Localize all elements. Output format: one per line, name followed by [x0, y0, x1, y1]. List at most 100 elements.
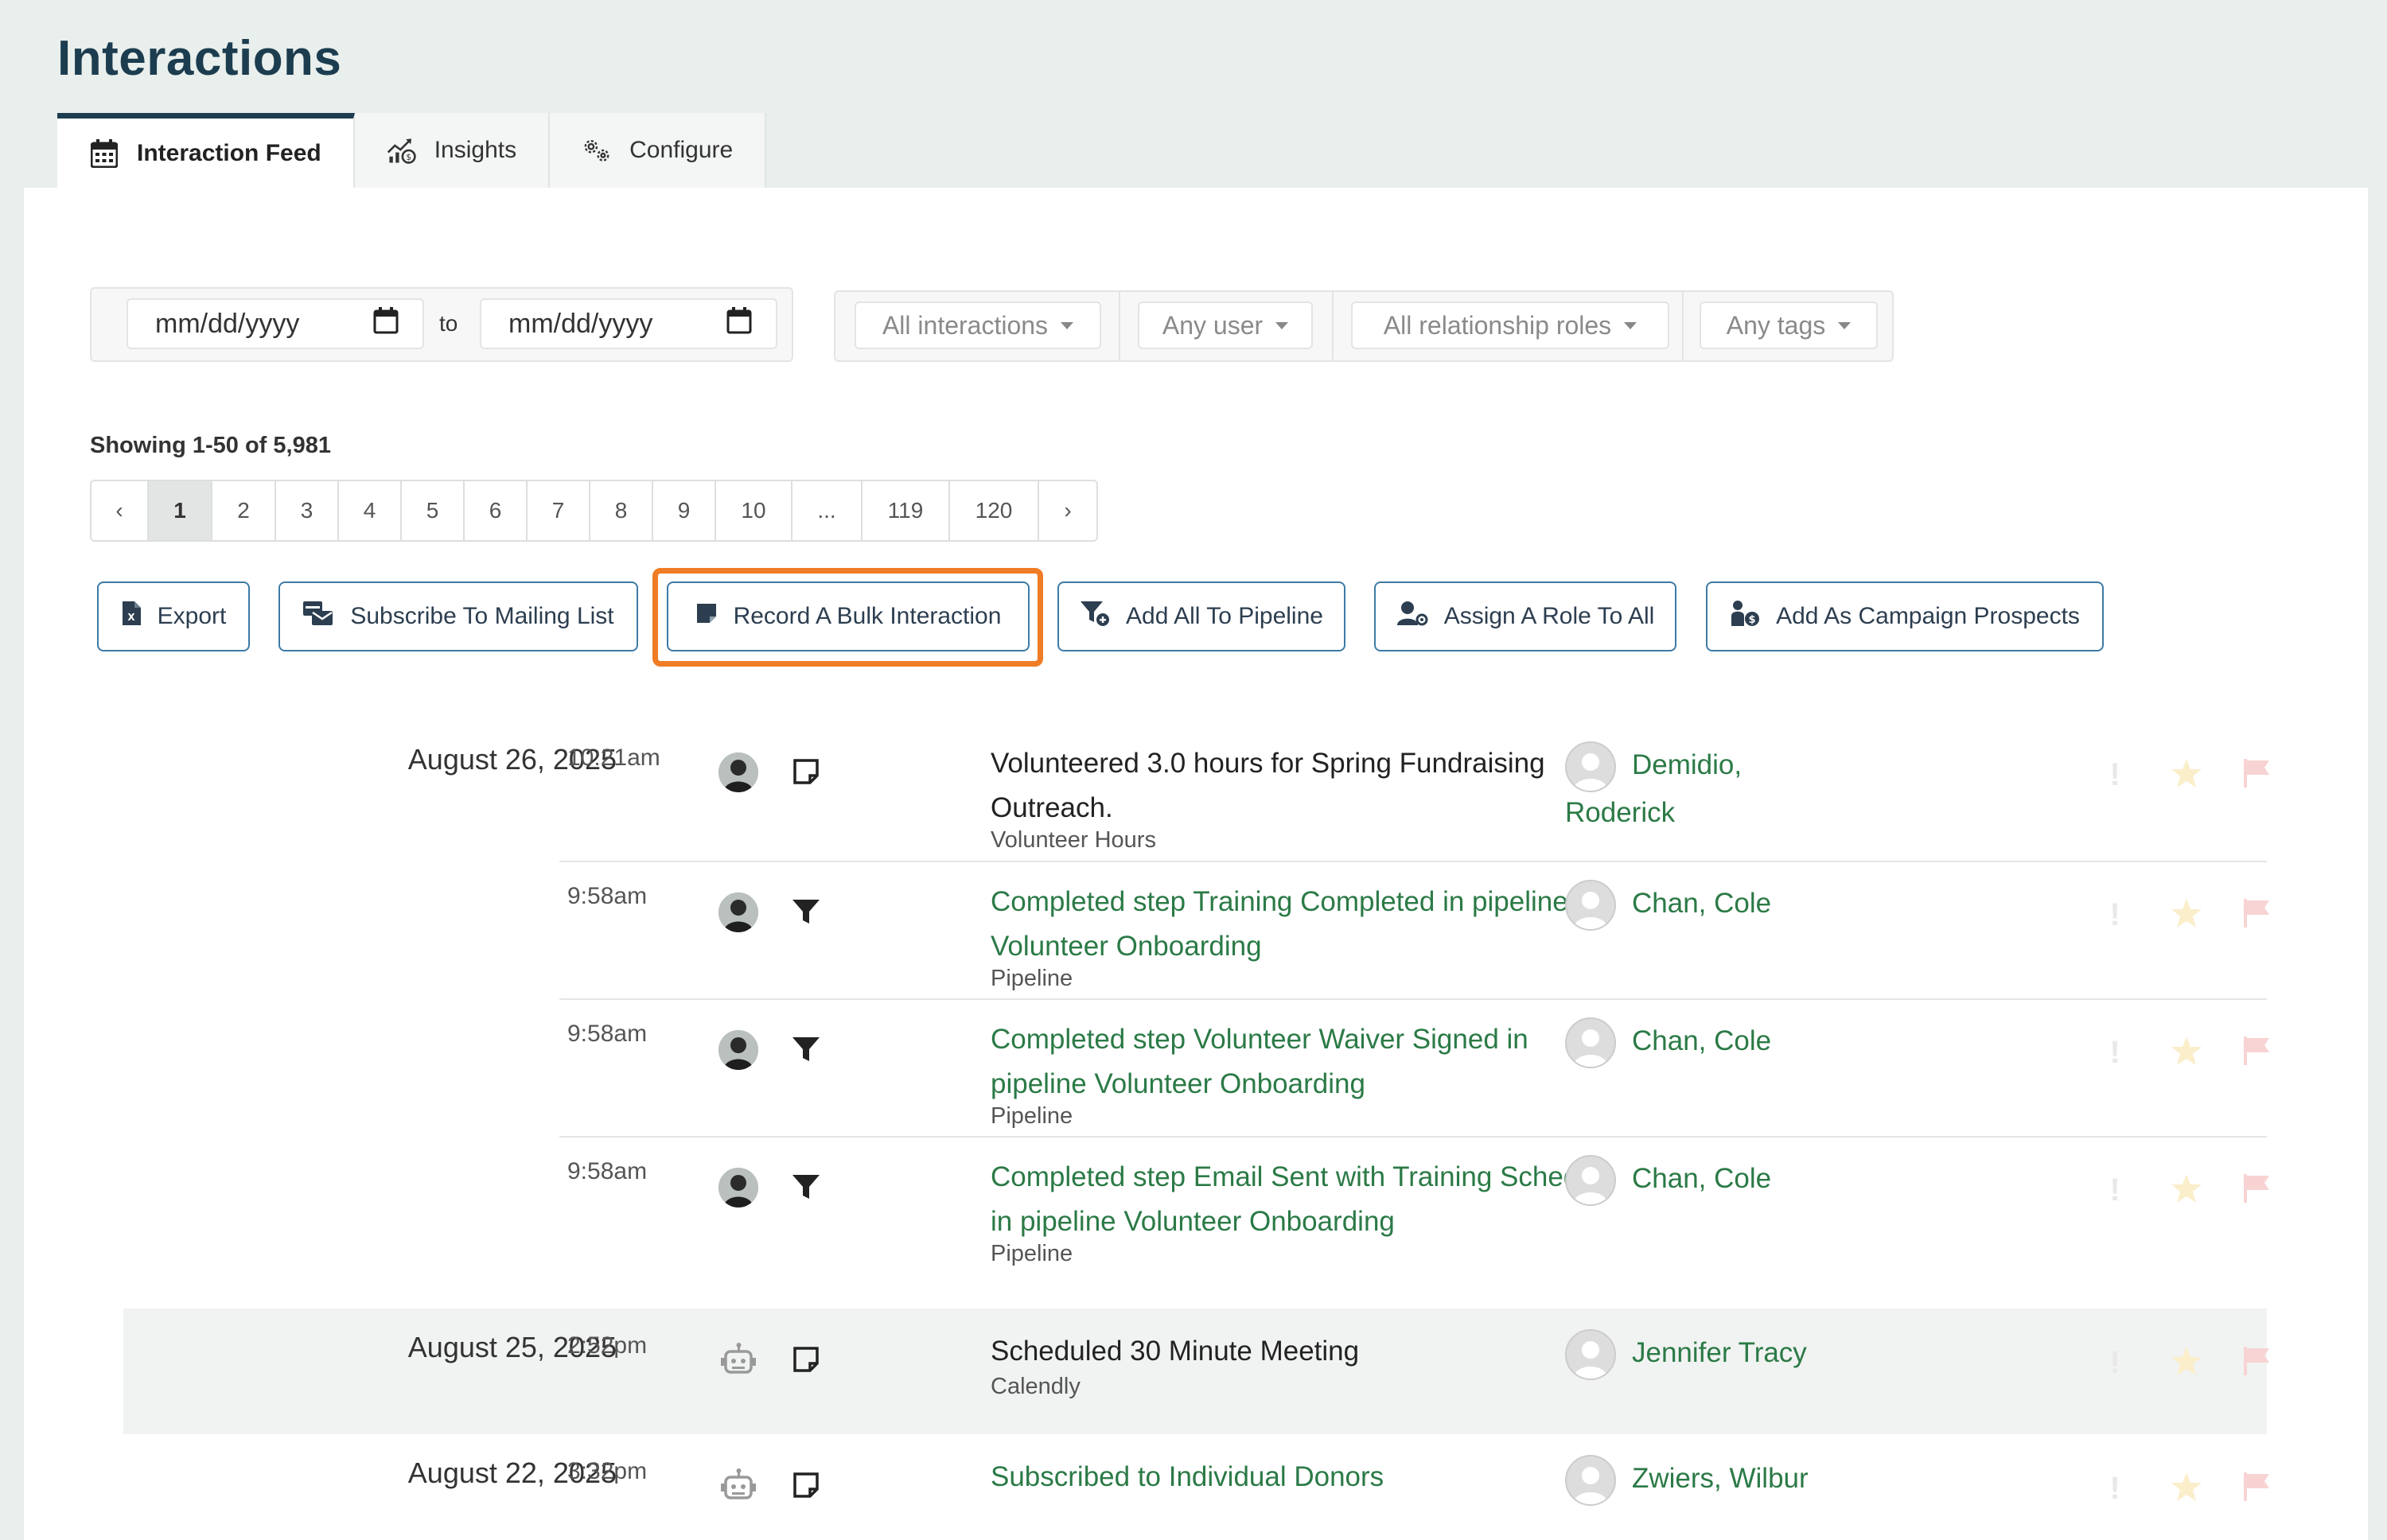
tab-insights[interactable]: $ Insights: [354, 113, 551, 188]
page-link[interactable]: 120: [950, 481, 1039, 540]
interactions-filter[interactable]: All interactions: [855, 301, 1101, 349]
assign-role-button[interactable]: Assign A Role To All: [1374, 581, 1676, 651]
filter-label: Any tags: [1726, 310, 1826, 340]
person-name[interactable]: Chan, Cole: [1632, 1155, 1771, 1203]
date-to-input[interactable]: mm/dd/yyyy: [480, 298, 777, 349]
page-link[interactable]: 9: [653, 481, 716, 540]
funnel-plus-icon: [1080, 600, 1110, 633]
date-from-input[interactable]: mm/dd/yyyy: [127, 298, 424, 349]
user-avatar[interactable]: [718, 892, 758, 932]
tab-label: Interaction Feed: [137, 139, 321, 166]
feed-row[interactable]: August 22, 2025 3:32pm Subscribed to Ind…: [90, 1436, 2302, 1506]
flag-icon[interactable]: [2242, 757, 2271, 793]
star-icon[interactable]: [2171, 897, 2202, 933]
flag-icon[interactable]: [2242, 1035, 2271, 1071]
chevron-down-icon: [1838, 321, 1852, 329]
page-prev[interactable]: ‹: [92, 481, 149, 540]
star-icon[interactable]: [2171, 1172, 2202, 1208]
priority-icon[interactable]: !: [2099, 1035, 2131, 1071]
subscribe-mailing-list-button[interactable]: Subscribe To Mailing List: [278, 581, 638, 651]
row-actions: !: [2099, 1345, 2271, 1381]
feed-person[interactable]: Jennifer Tracy: [1565, 1329, 1807, 1380]
page-link[interactable]: 5: [402, 481, 465, 540]
person-name[interactable]: Zwiers, Wilbur: [1632, 1455, 1809, 1503]
feed-person[interactable]: Zwiers, Wilbur: [1565, 1455, 1809, 1506]
priority-icon[interactable]: !: [2099, 757, 2131, 793]
feed-time: 2:52pm: [567, 1332, 648, 1359]
feed-category: Volunteer Hours: [991, 827, 1156, 853]
star-icon[interactable]: [2171, 1035, 2202, 1071]
file-export-icon: X: [121, 601, 142, 632]
row-actions: !: [2099, 1471, 2271, 1507]
priority-icon[interactable]: !: [2099, 897, 2131, 933]
feed-person[interactable]: Demidio, Roderick: [1565, 741, 1772, 837]
flag-icon[interactable]: [2242, 1471, 2271, 1507]
tab-configure[interactable]: Configure: [550, 113, 767, 188]
person-name[interactable]: Chan, Cole: [1632, 880, 1771, 928]
tab-interaction-feed[interactable]: Interaction Feed: [57, 113, 355, 188]
person-name[interactable]: Chan, Cole: [1632, 1017, 1771, 1065]
star-icon[interactable]: [2171, 1471, 2202, 1507]
feed-row[interactable]: August 26, 2025 10:21am Volunteered 3.0 …: [90, 700, 2302, 859]
robot-icon[interactable]: [718, 1342, 758, 1382]
star-icon[interactable]: [2171, 757, 2202, 793]
feed-description[interactable]: Completed step Training Completed in pip…: [991, 880, 1627, 969]
funnel-icon: [792, 897, 824, 929]
page-link[interactable]: 4: [339, 481, 402, 540]
feed-row[interactable]: 9:58am Completed step Volunteer Waiver S…: [90, 1000, 2302, 1137]
feed-person[interactable]: Chan, Cole: [1565, 1017, 1771, 1068]
filter-label: Any user: [1162, 310, 1264, 340]
star-icon[interactable]: [2171, 1345, 2202, 1381]
chart-growth-icon: $: [387, 135, 417, 165]
page-link[interactable]: 8: [590, 481, 653, 540]
add-campaign-prospects-button[interactable]: $ Add As Campaign Prospects: [1706, 581, 2104, 651]
gears-icon: [582, 135, 612, 165]
tab-label: Configure: [629, 137, 734, 163]
row-actions: !: [2099, 1172, 2271, 1208]
page-link[interactable]: 3: [276, 481, 339, 540]
user-filter[interactable]: Any user: [1138, 301, 1313, 349]
export-button[interactable]: X Export: [97, 581, 250, 651]
flag-icon[interactable]: [2242, 897, 2271, 933]
page-ellipsis: ...: [792, 481, 863, 540]
feed-row[interactable]: 9:58am Completed step Email Sent with Tr…: [90, 1138, 2302, 1274]
priority-icon[interactable]: !: [2099, 1471, 2131, 1507]
user-avatar[interactable]: [718, 752, 758, 792]
tags-filter[interactable]: Any tags: [1700, 301, 1878, 349]
feed-time: 10:21am: [567, 745, 660, 771]
priority-icon[interactable]: !: [2099, 1172, 2131, 1208]
filter-dropdowns: All interactions Any user All relationsh…: [834, 290, 1894, 362]
feed-description[interactable]: Completed step Email Sent with Training …: [991, 1155, 1627, 1244]
chevron-down-icon: [1061, 321, 1074, 329]
person-name[interactable]: Demidio, Roderick: [1565, 741, 1772, 837]
add-all-to-pipeline-button[interactable]: Add All To Pipeline: [1057, 581, 1345, 651]
calendar-picker-icon[interactable]: [373, 306, 399, 341]
user-avatar[interactable]: [718, 1168, 758, 1208]
page-next[interactable]: ›: [1039, 481, 1096, 540]
page-link[interactable]: 6: [465, 481, 528, 540]
page-link[interactable]: 1: [149, 481, 212, 540]
user-avatar[interactable]: [718, 1030, 758, 1070]
feed-row[interactable]: 9:58am Completed step Training Completed…: [90, 862, 2302, 999]
chevron-down-icon: [1275, 321, 1289, 329]
robot-icon[interactable]: [718, 1468, 758, 1507]
feed-description[interactable]: Completed step Volunteer Waiver Signed i…: [991, 1017, 1627, 1106]
flag-icon[interactable]: [2242, 1345, 2271, 1381]
feed-person[interactable]: Chan, Cole: [1565, 1155, 1771, 1206]
person-name[interactable]: Jennifer Tracy: [1632, 1329, 1807, 1377]
date-to-label: to: [439, 311, 458, 336]
feed-time: 9:58am: [567, 1158, 648, 1184]
calendar-picker-icon[interactable]: [726, 306, 752, 341]
page-link[interactable]: 119: [863, 481, 950, 540]
row-actions: !: [2099, 897, 2271, 933]
page-link[interactable]: 2: [212, 481, 276, 540]
calendar-icon: [89, 138, 119, 169]
roles-filter[interactable]: All relationship roles: [1351, 301, 1669, 349]
feed-row[interactable]: August 25, 2025 2:52pm Scheduled 30 Minu…: [90, 1309, 2302, 1434]
feed-description[interactable]: Subscribed to Individual Donors: [991, 1455, 1627, 1499]
priority-icon[interactable]: !: [2099, 1345, 2131, 1381]
feed-person[interactable]: Chan, Cole: [1565, 880, 1771, 931]
flag-icon[interactable]: [2242, 1172, 2271, 1208]
page-link[interactable]: 10: [716, 481, 792, 540]
page-link[interactable]: 7: [528, 481, 590, 540]
